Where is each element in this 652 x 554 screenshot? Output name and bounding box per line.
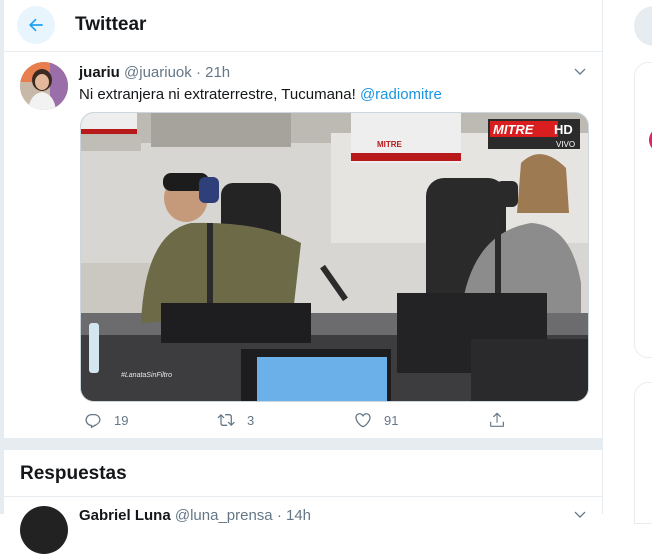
sidebar-card bbox=[634, 62, 652, 358]
retweet-button[interactable]: 3 bbox=[217, 409, 254, 431]
retweet-icon bbox=[217, 414, 235, 426]
reply-button[interactable]: 19 bbox=[84, 409, 128, 431]
sidebar-card-trends bbox=[634, 382, 652, 524]
main-column: Twittear juariu @juariuok · 21h Ni extra… bbox=[4, 0, 603, 554]
author-name[interactable]: juariu bbox=[79, 64, 120, 81]
mention-link[interactable]: @radiomitre bbox=[360, 86, 442, 103]
tweet-actions: 19 3 91 bbox=[80, 409, 560, 433]
reply-meta-separator: · bbox=[276, 507, 282, 524]
right-sidebar bbox=[603, 0, 652, 524]
reply-icon bbox=[85, 414, 101, 429]
page-title: Twittear bbox=[75, 14, 147, 35]
tweet[interactable]: juariu @juariuok · 21h Ni extranjera ni … bbox=[4, 52, 602, 438]
tweet-meta: juariu @juariuok · 21h bbox=[79, 64, 230, 81]
reply-avatar[interactable] bbox=[20, 506, 68, 554]
reply-count: 19 bbox=[114, 412, 129, 428]
tweet-video[interactable]: MITRE HD VIVO MITRE #LanataSinFiltro bbox=[80, 112, 589, 402]
tweet-text: Ni extranjera ni extraterrestre, Tucuman… bbox=[79, 86, 442, 103]
reply-author-name[interactable]: Gabriel Luna bbox=[79, 507, 171, 524]
avatar-image bbox=[20, 62, 68, 110]
tweet-time[interactable]: 21h bbox=[205, 64, 230, 81]
reply-author-handle[interactable]: @luna_prensa bbox=[175, 507, 273, 524]
arrow-left-icon bbox=[29, 18, 43, 32]
author-handle[interactable]: @juariuok bbox=[124, 64, 192, 81]
like-count: 91 bbox=[384, 412, 399, 428]
author-avatar[interactable] bbox=[20, 62, 68, 110]
reply-meta: Gabriel Luna @luna_prensa · 14h bbox=[79, 507, 311, 524]
studio-sign: MITRE bbox=[377, 140, 403, 149]
heart-icon bbox=[355, 413, 371, 428]
section-separator bbox=[4, 438, 602, 450]
meta-separator: · bbox=[195, 64, 201, 81]
replies-header: Respuestas bbox=[4, 450, 602, 497]
channel-badge-hd: HD bbox=[554, 122, 573, 137]
video-frame: MITRE HD VIVO MITRE #LanataSinFiltro bbox=[81, 113, 588, 401]
retweet-count: 3 bbox=[247, 412, 255, 428]
reply-time[interactable]: 14h bbox=[286, 507, 311, 524]
share-button[interactable] bbox=[488, 409, 506, 431]
search-box[interactable] bbox=[634, 6, 652, 46]
chevron-down-icon[interactable] bbox=[572, 507, 588, 523]
channel-badge: MITRE bbox=[493, 122, 534, 137]
reply-item[interactable]: Gabriel Luna @luna_prensa · 14h bbox=[4, 497, 602, 554]
channel-badge-sub: VIVO bbox=[556, 140, 575, 149]
video-hashtag: #LanataSinFiltro bbox=[121, 372, 172, 379]
chevron-down-icon[interactable] bbox=[572, 64, 588, 80]
like-button[interactable]: 91 bbox=[354, 409, 398, 431]
back-button[interactable] bbox=[17, 6, 55, 44]
replies-title: Respuestas bbox=[20, 463, 127, 484]
share-icon bbox=[490, 412, 504, 427]
page-header: Twittear bbox=[4, 0, 602, 52]
tweet-text-body: Ni extranjera ni extraterrestre, Tucuman… bbox=[79, 86, 360, 103]
